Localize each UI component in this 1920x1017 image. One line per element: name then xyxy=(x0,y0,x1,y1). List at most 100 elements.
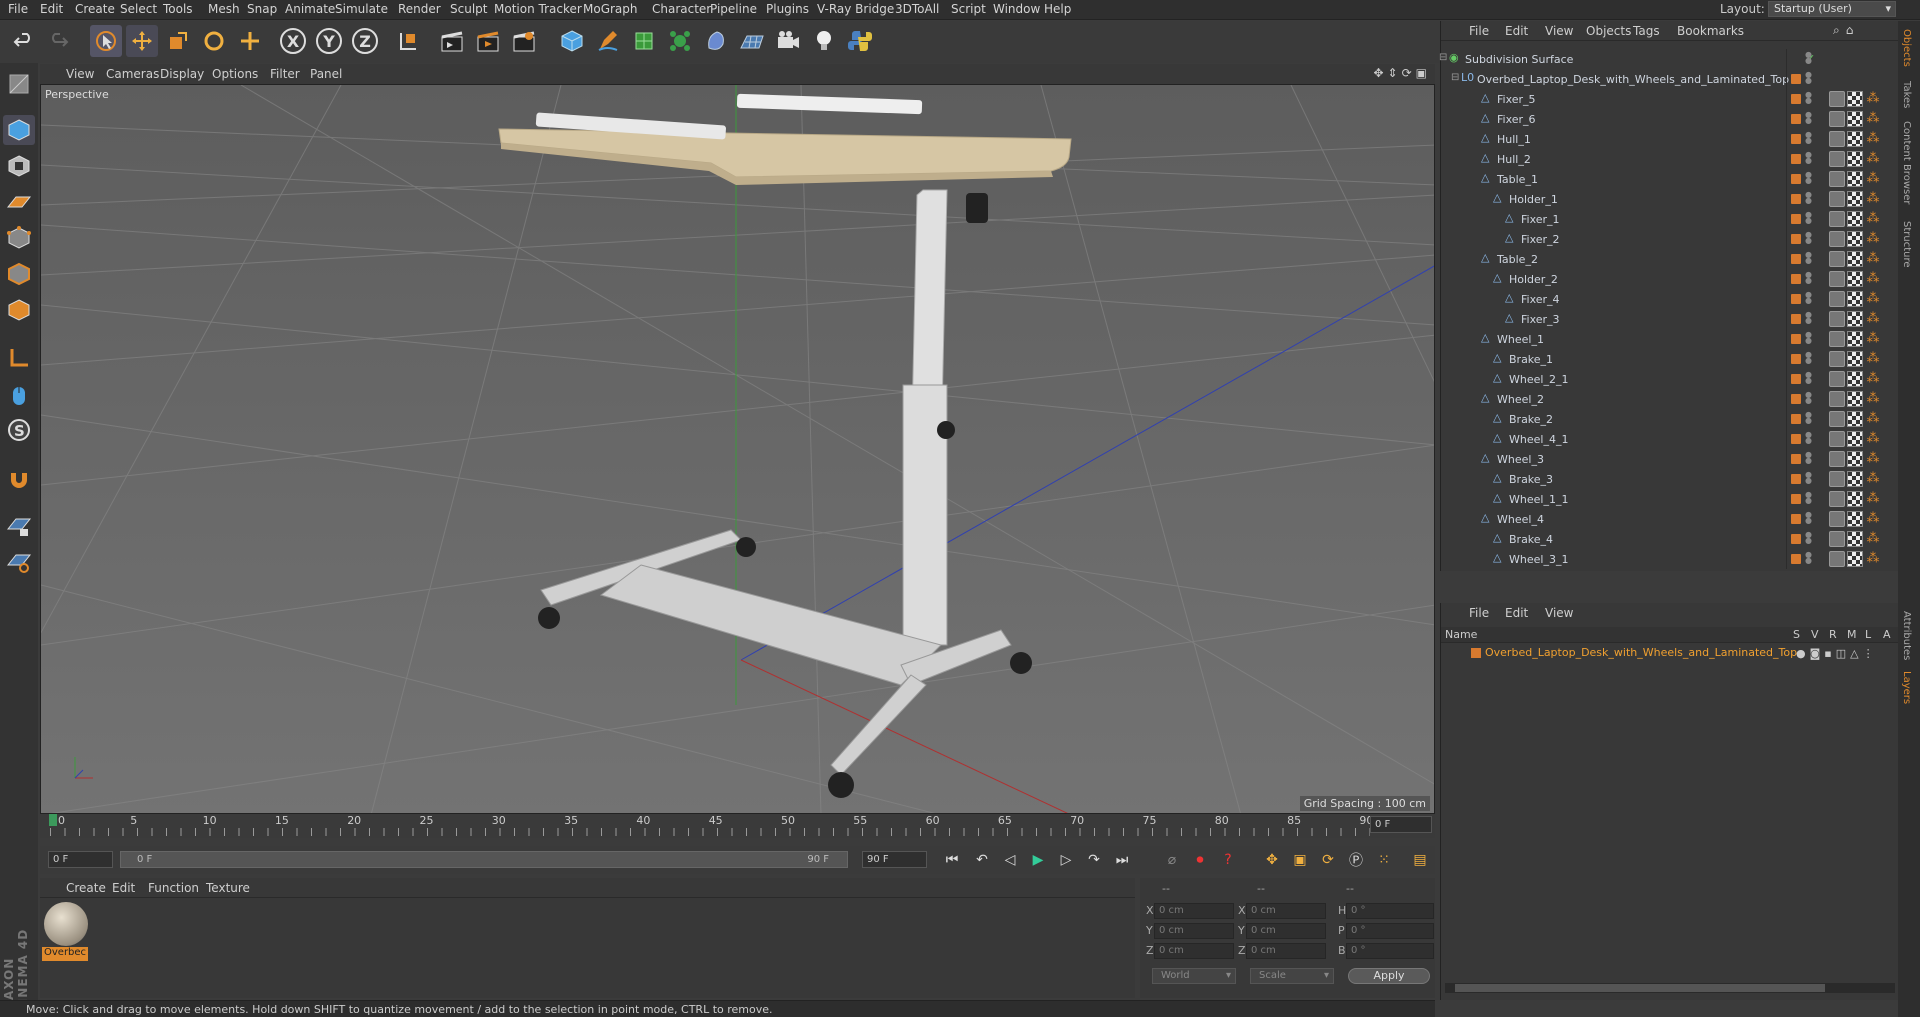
selection-tag-icon[interactable]: ⁂ xyxy=(1865,371,1881,387)
uvw-tag-icon[interactable] xyxy=(1829,311,1845,327)
uvw-tag-icon[interactable] xyxy=(1829,231,1845,247)
selection-tag-icon[interactable]: ⁂ xyxy=(1865,391,1881,407)
menu-item-create[interactable]: Create xyxy=(75,2,115,16)
uvw-tag-icon[interactable] xyxy=(1829,391,1845,407)
magnet-button[interactable] xyxy=(3,463,35,493)
viewport-nav-icons[interactable]: ✥⇕⟳▣ xyxy=(1373,66,1431,80)
selection-tag-icon[interactable]: ⁂ xyxy=(1865,211,1881,227)
uvw-tag-icon[interactable] xyxy=(1829,371,1845,387)
menu-item-window[interactable]: Window xyxy=(993,2,1040,16)
selection-tag-icon[interactable]: ⁂ xyxy=(1865,131,1881,147)
texture-tag-icon[interactable] xyxy=(1847,291,1863,307)
go-to-start-button[interactable]: ⏮ xyxy=(940,849,964,871)
viewport-menu-view[interactable]: View xyxy=(66,67,94,81)
uvw-tag-icon[interactable] xyxy=(1829,251,1845,267)
uvw-tag-icon[interactable] xyxy=(1829,531,1845,547)
scale-tool-button[interactable] xyxy=(162,25,194,57)
menu-item-render[interactable]: Render xyxy=(398,2,441,16)
visibility-dots-icon[interactable]: ● ● xyxy=(1805,171,1812,186)
floor-button[interactable] xyxy=(736,25,768,57)
object-row[interactable]: △ Fixer_4 ● ● ⁂ xyxy=(1441,289,1881,309)
texture-tag-icon[interactable] xyxy=(1847,91,1863,107)
menu-item-v-ray-bridge[interactable]: V-Ray Bridge xyxy=(817,2,894,16)
layer-menu-file[interactable]: File xyxy=(1469,606,1489,620)
object-row[interactable]: △ Fixer_2 ● ● ⁂ xyxy=(1441,229,1881,249)
object-row[interactable]: △ Table_2 ● ● ⁂ xyxy=(1441,249,1881,269)
selection-tag-icon[interactable]: ⁂ xyxy=(1865,151,1881,167)
object-search-icons[interactable]: ⌕⌂ xyxy=(1833,23,1859,38)
viewport-menu-display[interactable]: Display xyxy=(160,67,204,81)
uvw-tag-icon[interactable] xyxy=(1829,191,1845,207)
selection-tag-icon[interactable]: ⁂ xyxy=(1865,351,1881,367)
move-tool-button[interactable] xyxy=(126,25,158,57)
workplane-mode-button[interactable] xyxy=(3,187,35,217)
coord-value-field[interactable]: 0 cm xyxy=(1154,923,1234,939)
uvw-tag-icon[interactable] xyxy=(1829,551,1845,567)
selection-tag-icon[interactable]: ⁂ xyxy=(1865,331,1881,347)
object-row[interactable]: ⊟ L0 Overbed_Laptop_Desk_with_Wheels_and_L… xyxy=(1441,69,1881,89)
object-menu-tags[interactable]: Tags xyxy=(1633,24,1660,38)
points-mode-button[interactable] xyxy=(3,223,35,253)
menu-item-pipeline[interactable]: Pipeline xyxy=(710,2,757,16)
viewport-menu-panel[interactable]: Panel xyxy=(310,67,342,81)
texture-tag-icon[interactable] xyxy=(1847,511,1863,527)
object-row[interactable]: △ Holder_2 ● ● ⁂ xyxy=(1441,269,1881,289)
coord-value-field[interactable]: 0 cm xyxy=(1246,903,1326,919)
object-row[interactable]: △ Brake_3 ● ● ⁂ xyxy=(1441,469,1881,489)
layer-color-swatch[interactable] xyxy=(1791,234,1801,244)
layer-color-swatch[interactable] xyxy=(1791,74,1801,84)
visibility-dots-icon[interactable]: ● ● xyxy=(1805,151,1812,166)
render-view-button[interactable] xyxy=(436,25,468,57)
visibility-dots-icon[interactable]: ● ● xyxy=(1805,491,1812,506)
keyframe-selection-button[interactable]: ? xyxy=(1216,849,1240,871)
selection-tag-icon[interactable]: ⁂ xyxy=(1865,471,1881,487)
layer-color-swatch[interactable] xyxy=(1791,194,1801,204)
viewport-menu-options[interactable]: Options xyxy=(212,67,258,81)
layout-select[interactable]: Startup (User) ▾ xyxy=(1768,1,1896,17)
z-axis-lock-button[interactable]: Z xyxy=(352,28,378,54)
texture-tag-icon[interactable] xyxy=(1847,351,1863,367)
tree-expand-icon[interactable]: ⊟ xyxy=(1439,52,1447,63)
object-row[interactable]: △ Brake_4 ● ● ⁂ xyxy=(1441,529,1881,549)
object-row[interactable]: △ Wheel_2 ● ● ⁂ xyxy=(1441,389,1881,409)
menu-item-3dtoall[interactable]: 3DToAll xyxy=(895,2,939,16)
coord-value-field[interactable]: 0 ° xyxy=(1346,923,1434,939)
object-row[interactable]: △ Brake_2 ● ● ⁂ xyxy=(1441,409,1881,429)
object-row[interactable]: △ Wheel_1 ● ● ⁂ xyxy=(1441,329,1881,349)
coord-value-field[interactable]: 0 cm xyxy=(1154,903,1234,919)
uvw-tag-icon[interactable] xyxy=(1829,151,1845,167)
y-axis-lock-button[interactable]: Y xyxy=(316,28,342,54)
visibility-dots-icon[interactable]: ● ● xyxy=(1805,331,1812,346)
texture-tag-icon[interactable] xyxy=(1847,311,1863,327)
previous-frame-button[interactable]: ◁ xyxy=(998,849,1022,871)
world-select[interactable]: World ▾ xyxy=(1152,968,1236,984)
render-picture-viewer-button[interactable] xyxy=(472,25,504,57)
tab-content-browser[interactable]: Content Browser xyxy=(1901,121,1912,204)
end-frame-field[interactable]: 90 F xyxy=(862,851,927,868)
object-row[interactable]: △ Wheel_2_1 ● ● ⁂ xyxy=(1441,369,1881,389)
coord-value-field[interactable]: 0 ° xyxy=(1346,903,1434,919)
coord-value-field[interactable]: 0 cm xyxy=(1154,943,1234,959)
object-row[interactable]: ⊟ ◉ Subdivision Surface ✓ ● ● xyxy=(1439,49,1881,69)
frame-range-slider[interactable]: 0 F 90 F xyxy=(120,851,848,868)
material-name-label[interactable]: Overbec xyxy=(42,947,88,961)
material-menu-texture[interactable]: Texture xyxy=(206,881,250,895)
uvw-tag-icon[interactable] xyxy=(1829,331,1845,347)
layer-color-swatch[interactable] xyxy=(1791,534,1801,544)
perspective-viewport[interactable]: Perspective Grid Spacing : 100 cm xyxy=(40,84,1435,814)
visibility-dots-icon[interactable]: ● ● xyxy=(1805,291,1812,306)
uvw-tag-icon[interactable] xyxy=(1829,431,1845,447)
layer-menu-edit[interactable]: Edit xyxy=(1505,606,1528,620)
apply-button[interactable]: Apply xyxy=(1348,968,1430,984)
selection-tag-icon[interactable]: ⁂ xyxy=(1865,91,1881,107)
menu-item-plugins[interactable]: Plugins xyxy=(766,2,809,16)
uvw-tag-icon[interactable] xyxy=(1829,91,1845,107)
coord-value-field[interactable]: 0 cm xyxy=(1246,943,1326,959)
layer-color-swatch[interactable] xyxy=(1791,434,1801,444)
texture-tag-icon[interactable] xyxy=(1847,531,1863,547)
selection-tag-icon[interactable]: ⁂ xyxy=(1865,191,1881,207)
timeline-ruler[interactable]: 0 5 10 15 20 25 30 35 40 45 50 55 60 65 70 75 80 85 90 0 F xyxy=(40,814,1435,838)
object-row[interactable]: △ Wheel_4 ● ● ⁂ xyxy=(1441,509,1881,529)
deformer-button[interactable] xyxy=(700,25,732,57)
uvw-tag-icon[interactable] xyxy=(1829,111,1845,127)
